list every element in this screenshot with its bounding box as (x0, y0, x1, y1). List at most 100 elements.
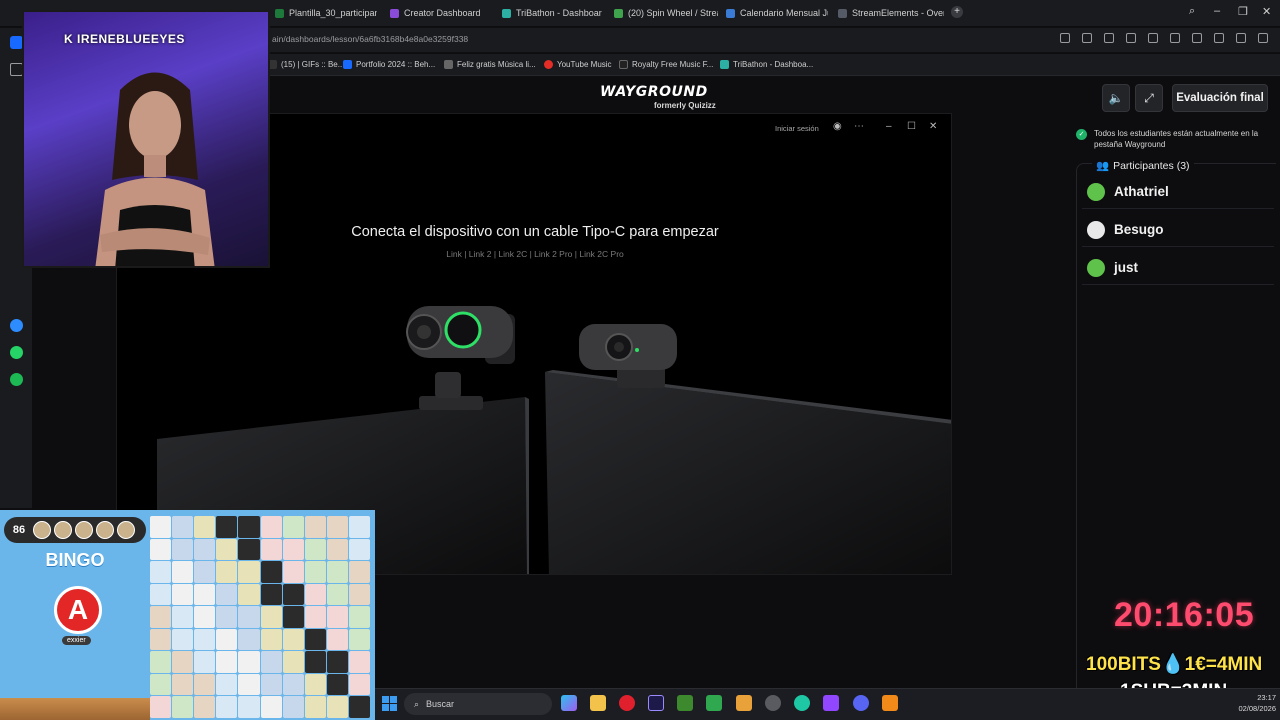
bingo-cell (194, 673, 216, 695)
bingo-cell (172, 651, 194, 673)
taskbar-search[interactable]: ⌕ Buscar (404, 693, 552, 715)
bingo-cell (216, 516, 238, 538)
system-clock[interactable]: 23:17 02/08/2026 (1236, 692, 1276, 714)
final-evaluation-button[interactable]: Evaluación final (1172, 84, 1268, 112)
participant-row[interactable]: Athatriel (1082, 175, 1274, 209)
fullscreen-button[interactable]: ⤢ (1135, 84, 1163, 112)
bookmark-icon (619, 60, 628, 69)
search-tabs-icon[interactable]: ⌕ (1189, 5, 1195, 18)
streamlabs-icon[interactable] (794, 695, 810, 711)
new-tab-button[interactable]: + (951, 6, 963, 18)
camera-icon[interactable] (1082, 33, 1092, 43)
nvidia-icon[interactable] (677, 695, 693, 711)
copilot-icon[interactable] (561, 695, 577, 711)
tab-spin-wheel[interactable]: (20) Spin Wheel / Streamk (614, 3, 718, 23)
bingo-cell (150, 516, 172, 538)
bingo-cell (172, 538, 194, 560)
whatsapp-icon[interactable] (10, 346, 23, 359)
bingo-cell (194, 606, 216, 628)
tribathon-icon (502, 8, 511, 18)
ai-icon[interactable] (1258, 33, 1268, 43)
tab-streamelements[interactable]: StreamElements - Overlay (838, 3, 944, 23)
right-monitor (545, 372, 951, 574)
app-icon[interactable] (736, 695, 752, 711)
toolbar-icons (1060, 33, 1268, 43)
wayground-logo[interactable]: WAYGROUND (600, 84, 708, 100)
spotify-icon[interactable] (10, 373, 23, 386)
bingo-cell (238, 583, 260, 605)
sound-button[interactable]: 🔈 (1102, 84, 1130, 112)
bingo-cell (150, 628, 172, 650)
tab-creator-dashboard[interactable]: Creator Dashboard (390, 3, 490, 23)
bingo-cell (348, 696, 370, 718)
edit-icon[interactable] (1060, 33, 1070, 43)
bingo-cell (150, 696, 172, 718)
cube-icon[interactable] (1236, 33, 1246, 43)
close-window-button[interactable]: ✕ (1262, 5, 1271, 18)
excel-icon[interactable] (706, 695, 722, 711)
bingo-cell (326, 583, 348, 605)
bookmark-portfolio[interactable]: Portfolio 2024 :: Beh... (343, 60, 435, 69)
bingo-counter-bar: 86 (4, 517, 146, 543)
bingo-cell (216, 651, 238, 673)
bingo-cell (172, 516, 194, 538)
opera-icon[interactable] (619, 695, 635, 711)
messenger-icon[interactable] (10, 319, 23, 332)
bookmark-youtube-music[interactable]: YouTube Music (544, 60, 612, 69)
bingo-cell (172, 673, 194, 695)
menu-icon[interactable] (1192, 33, 1202, 43)
url-text[interactable]: ain/dashboards/lesson/6a6fb3168b4e8a0e32… (272, 34, 468, 44)
profile-icon[interactable] (1214, 33, 1224, 43)
download-icon[interactable] (1170, 33, 1180, 43)
bingo-cell (238, 516, 260, 538)
bingo-cell (348, 583, 370, 605)
bingo-cell (304, 561, 326, 583)
discord-app-icon[interactable] (853, 695, 869, 711)
tab-tribathon[interactable]: TriBathon - Dashboard (502, 3, 602, 23)
avatar (1087, 220, 1105, 239)
participant-row[interactable]: just (1082, 251, 1274, 285)
avatar (1087, 258, 1105, 277)
bookmark-musica[interactable]: Feliz gratis Música li... (444, 60, 536, 69)
heart-icon[interactable] (1148, 33, 1158, 43)
bingo-cell (348, 606, 370, 628)
bingo-cell (282, 651, 304, 673)
bingo-cell (260, 628, 282, 650)
bingo-cell (348, 651, 370, 673)
participant-row[interactable]: Besugo (1082, 213, 1274, 247)
music-icon (444, 60, 453, 69)
bingo-cell (304, 696, 326, 718)
bits-promo: 100BITS💧1€=4MIN (1086, 654, 1263, 675)
vlc-icon[interactable] (882, 695, 898, 711)
maximize-button[interactable]: ❐ (1238, 5, 1248, 18)
bookmark-gifs[interactable]: (15) | GIFs :: Be... (268, 60, 344, 69)
after-effects-icon[interactable] (648, 695, 664, 711)
bookmark-royalty-free[interactable]: Royalty Free Music F... (619, 60, 713, 69)
bingo-cell (260, 561, 282, 583)
bingo-cell (216, 606, 238, 628)
bingo-count: 86 (12, 524, 26, 536)
bingo-cell (304, 606, 326, 628)
bingo-card-grid (150, 516, 370, 718)
twitch-app-icon[interactable] (823, 695, 839, 711)
bingo-cell (216, 628, 238, 650)
bingo-cell (238, 673, 260, 695)
bingo-cell (282, 628, 304, 650)
bingo-cell (304, 673, 326, 695)
minimize-button[interactable]: – (1214, 5, 1220, 17)
speaker-icon: 🔈 (1108, 91, 1124, 105)
bingo-cell (150, 606, 172, 628)
windows-start-icon[interactable] (382, 696, 397, 711)
bingo-cell (326, 538, 348, 560)
bookmark-tribathon[interactable]: TriBathon - Dashboa... (720, 60, 813, 69)
play-icon[interactable] (1126, 33, 1136, 43)
file-explorer-icon[interactable] (590, 695, 606, 711)
shield-icon[interactable] (1104, 33, 1114, 43)
tab-plantilla[interactable]: Plantilla_30_participantes (275, 3, 377, 23)
tribathon-icon (720, 60, 729, 69)
bingo-cell (194, 651, 216, 673)
tab-calendario[interactable]: Calendario Mensual Julio (726, 3, 828, 23)
bingo-cell (282, 606, 304, 628)
bingo-cell (304, 538, 326, 560)
obs-icon[interactable] (765, 695, 781, 711)
